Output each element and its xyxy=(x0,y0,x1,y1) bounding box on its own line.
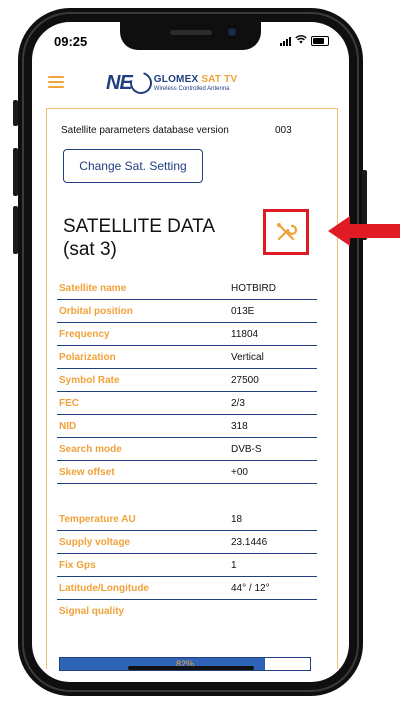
signal-quality-label: Signal quality xyxy=(59,606,125,617)
row-label: FEC xyxy=(59,398,79,409)
satellite-data-title: SATELLITE DATA (sat 3) xyxy=(63,215,215,261)
hamburger-menu-icon[interactable] xyxy=(48,76,64,88)
wrench-screwdriver-icon xyxy=(277,223,297,241)
satellite-data-title-line2: (sat 3) xyxy=(63,239,117,260)
signal-quality-row: Signal quality xyxy=(57,600,317,622)
row-label: Satellite name xyxy=(59,283,127,294)
row-label: Search mode xyxy=(59,444,122,455)
logo-brand-sattv: SAT TV xyxy=(201,74,238,85)
row-label: Frequency xyxy=(59,329,110,340)
front-camera xyxy=(228,28,236,36)
wifi-icon xyxy=(295,35,307,47)
phone-screen: 09:25 NE GLOMEX SAT TV Wireless Controll… xyxy=(32,22,349,682)
table-row: Satellite name HOTBIRD xyxy=(57,277,317,300)
table-row: Fix Gps 1 xyxy=(57,554,317,577)
table-row: FEC 2/3 xyxy=(57,392,317,415)
table-row: Skew offset +00 xyxy=(57,461,317,484)
neo-glomex-logo: NE GLOMEX SAT TV Wireless Controlled Ant… xyxy=(106,67,238,99)
battery-icon xyxy=(311,36,329,46)
database-version-value: 003 xyxy=(275,125,292,136)
status-time: 09:25 xyxy=(54,34,88,49)
row-value: 23.1446 xyxy=(231,537,268,548)
logo-subtitle: Wireless Controlled Antenna xyxy=(153,86,230,92)
row-value: 1 xyxy=(231,560,237,571)
cellular-signal-icon xyxy=(280,36,291,46)
database-version-label: Satellite parameters database version xyxy=(61,125,229,136)
row-value: 44° / 12° xyxy=(231,583,270,594)
table-row: Latitude/Longitude 44° / 12° xyxy=(57,577,317,600)
settings-tools-button[interactable] xyxy=(263,209,309,255)
table-row: Polarization Vertical xyxy=(57,346,317,369)
table-row: Temperature AU 18 xyxy=(57,508,317,531)
row-value: 2/3 xyxy=(231,398,245,409)
row-label: Orbital position xyxy=(59,306,133,317)
logo-brand: GLOMEX SAT TV xyxy=(154,74,238,85)
app-header: NE GLOMEX SAT TV Wireless Controlled Ant… xyxy=(32,66,349,106)
satellite-data-table: Satellite name HOTBIRD Orbital position 01… xyxy=(57,277,317,622)
change-sat-setting-button[interactable]: Change Sat. Setting xyxy=(63,149,203,183)
row-value: Vertical xyxy=(231,352,264,363)
row-value: DVB-S xyxy=(231,444,262,455)
notch xyxy=(120,22,261,50)
row-label: Latitude/Longitude xyxy=(59,583,149,594)
row-value: 27500 xyxy=(231,375,259,386)
red-arrow-icon xyxy=(328,216,400,246)
row-label: Skew offset xyxy=(59,467,115,478)
phone-volume-up xyxy=(13,148,18,196)
logo-text-block: GLOMEX SAT TV Wireless Controlled Antenn… xyxy=(154,74,238,92)
row-value: 318 xyxy=(231,421,248,432)
satellite-panel: Satellite parameters database version 00… xyxy=(46,108,338,671)
logo-neo-text: NE xyxy=(106,71,133,94)
table-spacer xyxy=(57,484,317,508)
row-label: Symbol Rate xyxy=(59,375,120,386)
status-icons xyxy=(280,35,329,47)
phone-volume-down xyxy=(13,206,18,254)
row-label: Polarization xyxy=(59,352,116,363)
home-indicator xyxy=(128,666,254,670)
row-value: +00 xyxy=(231,467,248,478)
table-row: Supply voltage 23.1446 xyxy=(57,531,317,554)
row-value: 013E xyxy=(231,306,255,317)
table-row: Search mode DVB-S xyxy=(57,438,317,461)
row-label: Fix Gps xyxy=(59,560,96,571)
table-row: Symbol Rate 27500 xyxy=(57,369,317,392)
row-label: Temperature AU xyxy=(59,514,136,525)
row-value: HOTBIRD xyxy=(231,283,276,294)
speaker-grille xyxy=(170,30,212,35)
row-label: NID xyxy=(59,421,77,432)
satellite-data-title-line1: SATELLITE DATA xyxy=(63,216,216,237)
row-value: 18 xyxy=(231,514,243,525)
table-row: Orbital position 013E xyxy=(57,300,317,323)
row-value: 11804 xyxy=(231,329,259,340)
table-row: Frequency 11804 xyxy=(57,323,317,346)
logo-brand-glomex: GLOMEX xyxy=(153,74,202,85)
table-row: NID 318 xyxy=(57,415,317,438)
phone-silent-switch xyxy=(13,100,18,126)
row-label: Supply voltage xyxy=(59,537,131,548)
